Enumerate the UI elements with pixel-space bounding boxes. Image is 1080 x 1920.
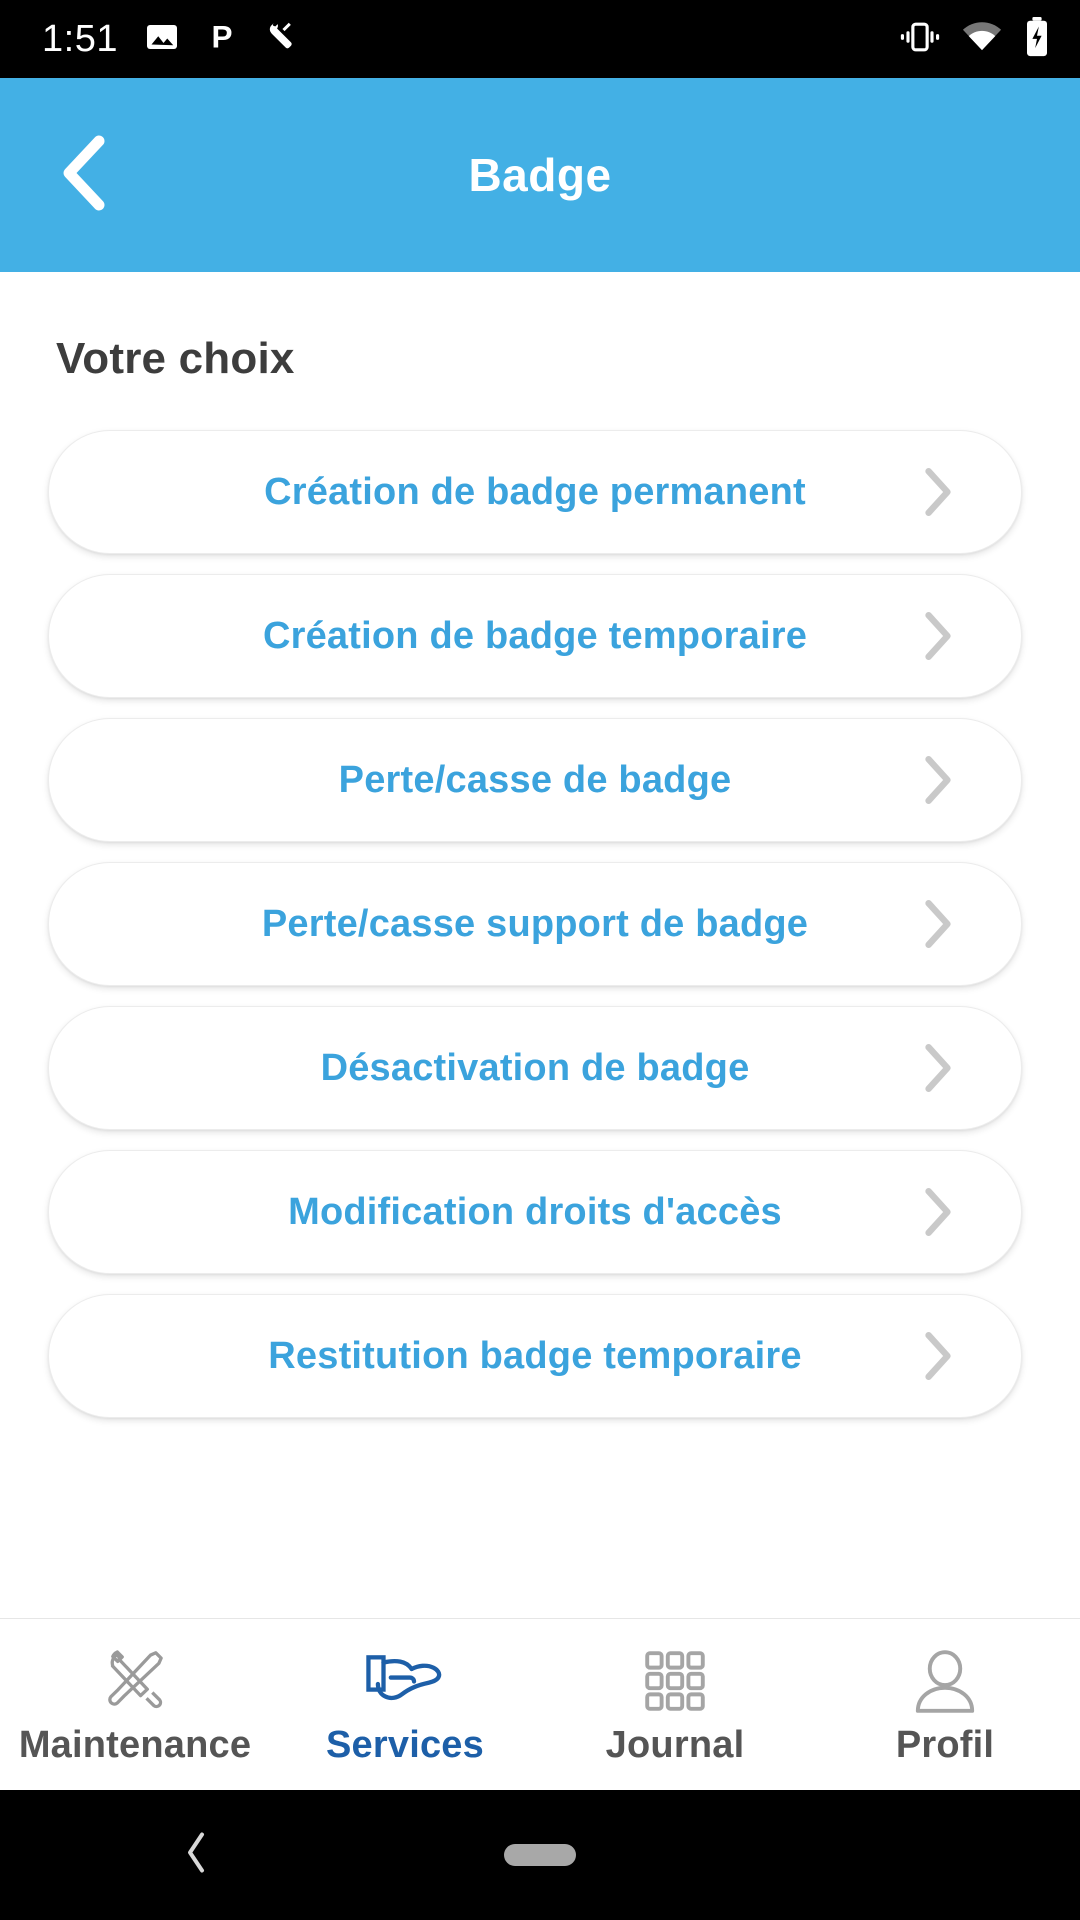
list-item-label: Perte/casse de badge	[338, 758, 732, 801]
app-header: Badge	[0, 78, 1080, 272]
section-title: Votre choix	[56, 334, 295, 383]
list-item[interactable]: Modification droits d'accès	[48, 1150, 1022, 1274]
chevron-left-icon	[57, 133, 113, 218]
status-bar-right	[900, 16, 1050, 62]
wifi-icon	[962, 21, 1002, 58]
battery-charging-icon	[1024, 16, 1050, 62]
chevron-right-icon	[921, 1041, 955, 1095]
parking-p-icon: P	[206, 18, 238, 60]
status-bar-clock: 1:51	[42, 18, 118, 60]
list-item[interactable]: Perte/casse de badge	[48, 718, 1022, 842]
service-options-list: Création de badge permanent Création de …	[0, 430, 1080, 1418]
list-item-label: Désactivation de badge	[320, 1046, 750, 1089]
system-home-pill[interactable]	[504, 1844, 576, 1866]
list-item-label: Création de badge temporaire	[262, 614, 808, 657]
list-item[interactable]: Perte/casse support de badge	[48, 862, 1022, 986]
nav-label-journal: Journal	[605, 1724, 745, 1766]
phone-screen: 1:51 P Badge Votre choix Création de bad…	[0, 0, 1080, 1920]
list-item[interactable]: Restitution badge temporaire	[48, 1294, 1022, 1418]
chevron-right-icon	[921, 465, 955, 519]
list-item[interactable]: Création de badge permanent	[48, 430, 1022, 554]
status-bar-left: 1:51 P	[42, 18, 300, 60]
back-button[interactable]	[40, 130, 130, 220]
bottom-navigation: Maintenance Services Journal Profil	[0, 1618, 1080, 1790]
status-bar: 1:51 P	[0, 0, 1080, 78]
nav-item-journal[interactable]: Journal	[540, 1642, 810, 1767]
wrench-icon	[264, 19, 300, 60]
main-content: Votre choix Création de badge permanent …	[0, 272, 1080, 1618]
grid-icon	[638, 1642, 712, 1716]
hand-offer-icon	[362, 1642, 448, 1716]
list-item[interactable]: Création de badge temporaire	[48, 574, 1022, 698]
vibrate-icon	[900, 20, 940, 59]
svg-text:P: P	[211, 19, 232, 55]
nav-item-profil[interactable]: Profil	[810, 1642, 1080, 1767]
system-back-button[interactable]	[184, 1831, 210, 1880]
nav-label-maintenance: Maintenance	[18, 1724, 252, 1766]
nav-item-maintenance[interactable]: Maintenance	[0, 1642, 270, 1767]
list-item-label: Restitution badge temporaire	[268, 1334, 802, 1377]
chevron-right-icon	[921, 609, 955, 663]
chevron-right-icon	[921, 897, 955, 951]
chevron-right-icon	[921, 753, 955, 807]
image-icon	[144, 19, 180, 60]
list-item-label: Création de badge permanent	[264, 470, 806, 513]
nav-label-profil: Profil	[895, 1724, 995, 1766]
android-system-nav	[0, 1790, 1080, 1920]
person-icon	[908, 1642, 982, 1716]
nav-label-services: Services	[326, 1724, 484, 1766]
nav-item-services[interactable]: Services	[270, 1642, 540, 1767]
list-item-label: Perte/casse support de badge	[261, 902, 809, 945]
page-title: Badge	[468, 149, 612, 201]
chevron-right-icon	[921, 1185, 955, 1239]
list-item-label: Modification droits d'accès	[288, 1190, 782, 1233]
list-item[interactable]: Désactivation de badge	[48, 1006, 1022, 1130]
chevron-right-icon	[921, 1329, 955, 1383]
tools-icon	[98, 1642, 172, 1716]
